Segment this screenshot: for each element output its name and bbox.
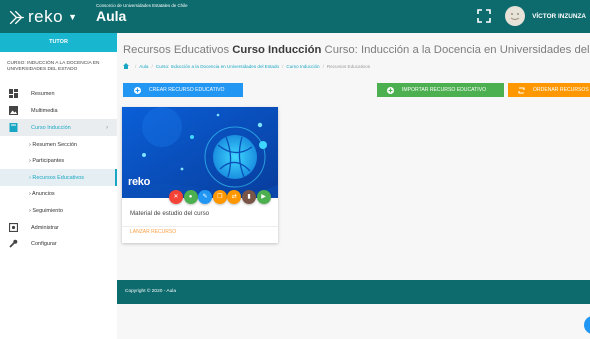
dashboard-icon xyxy=(9,89,18,98)
sidebar-subitem-seguimiento[interactable]: › Seguimiento xyxy=(0,202,117,219)
avatar[interactable] xyxy=(505,6,526,26)
eye-icon[interactable]: ● xyxy=(183,190,198,204)
cog-icon xyxy=(9,223,18,232)
sidebar-item-label: Administrar xyxy=(31,224,59,231)
play-icon[interactable]: ▶ xyxy=(256,190,271,204)
sidebar-subitem-recursos-educativos[interactable]: › Recursos Educativos xyxy=(0,169,117,186)
subitem-label: › Resumen Sección xyxy=(29,141,77,148)
subitem-label: › Participantes xyxy=(29,157,65,164)
sidebar-item-multimedia[interactable]: Multimedia xyxy=(0,102,117,119)
smiley-icon xyxy=(510,13,520,20)
sidebar-item-label: Resumen xyxy=(31,90,55,97)
sidebar-item-administrar[interactable]: Administrar xyxy=(0,219,117,236)
chevron-right-icon: › xyxy=(106,124,108,131)
breadcrumb: / Aula / Curso: Inducción a la Docencia … xyxy=(123,63,370,69)
file-icon[interactable]: ▮ xyxy=(241,190,256,204)
home-icon[interactable] xyxy=(123,63,129,69)
order-resources-label: ORDENAR RECURSOS xyxy=(533,87,589,93)
action-glyph: ▶ xyxy=(261,194,266,200)
create-resource-label: CREAR RECURSO EDUCATIVO xyxy=(149,87,225,93)
caret-down-icon[interactable]: ▼ xyxy=(68,12,77,22)
pencil-icon[interactable]: ✎ xyxy=(198,190,213,204)
user-name[interactable]: VÍCTOR INZUNZA xyxy=(532,13,586,20)
sidebar-subitem-anuncios[interactable]: › Anuncios xyxy=(0,185,117,202)
action-glyph: ✎ xyxy=(202,194,208,200)
resource-card[interactable]: reko ✕ ● ✎ ❐ ⇄ ▮ ▶ Material de estudio d… xyxy=(122,107,278,243)
top-navigation-bar: reko ▼ Consorcio de Universidades Estata… xyxy=(0,0,590,33)
swap-icon[interactable]: ⇄ xyxy=(227,190,242,204)
course-name: CURSO: INDUCCIÓN A LA DOCENCIA EN UNIVER… xyxy=(7,61,100,72)
footer: Copyright © 2020 - Aula xyxy=(117,280,590,304)
title-bold: Curso Inducción xyxy=(232,44,322,56)
user-area: VÍCTOR INZUNZA xyxy=(477,6,586,26)
copyright-text: Copyright © 2020 - Aula xyxy=(125,289,176,294)
create-resource-button[interactable]: CREAR RECURSO EDUCATIVO xyxy=(123,83,243,97)
reko-logo[interactable]: reko ▼ xyxy=(8,5,81,29)
title-prefix: Recursos Educativos xyxy=(123,44,230,56)
close-icon[interactable]: ✕ xyxy=(169,190,183,204)
launch-resource-link[interactable]: LANZAR RECURSO xyxy=(130,229,176,235)
wrench-icon xyxy=(9,239,18,248)
swap-icon xyxy=(518,86,525,94)
subitem-label: › Seguimiento xyxy=(29,207,63,214)
order-resources-button[interactable]: ORDENAR RECURSOS xyxy=(508,83,590,97)
breadcrumb-section[interactable]: Curso Inducción xyxy=(286,64,319,69)
subitem-label: › Recursos Educativos xyxy=(29,174,85,181)
breadcrumb-current: Recursos Educativos xyxy=(326,63,371,69)
aula-brand: Consorcio de Universidades Estatales de … xyxy=(96,3,188,23)
page-title: Recursos Educativos Curso Inducción Curs… xyxy=(123,44,590,56)
card-divider xyxy=(122,226,278,227)
sidebar-subitem-participantes[interactable]: › Participantes xyxy=(0,152,117,169)
import-resource-label: IMPORTAR RECURSO EDUCATIVO xyxy=(402,87,487,93)
reko-logo-icon xyxy=(9,10,24,24)
sidebar-item-label: Curso Inducción xyxy=(31,124,71,131)
action-glyph: ▮ xyxy=(247,194,251,200)
plus-circle-icon xyxy=(387,86,394,94)
breadcrumb-separator: / xyxy=(322,63,324,69)
app-name: Aula xyxy=(96,8,127,24)
action-glyph: ✕ xyxy=(173,194,179,200)
fullscreen-icon[interactable] xyxy=(477,9,491,23)
sidebar-item-label: Multimedia xyxy=(31,107,58,114)
sidebar-item-resumen[interactable]: Resumen xyxy=(0,85,117,102)
sidebar-subitem-resumen-seccion[interactable]: › Resumen Sección xyxy=(0,136,117,153)
sidebar-item-curso-induccion[interactable]: Curso Inducción › xyxy=(0,119,117,136)
sidebar-item-label: Configurar xyxy=(31,240,57,247)
sidebar: TUTOR CURSO: INDUCCIÓN A LA DOCENCIA EN … xyxy=(0,33,117,339)
copy-icon[interactable]: ❐ xyxy=(212,190,227,204)
breadcrumb-separator: / xyxy=(151,63,153,69)
breadcrumb-aula[interactable]: Aula xyxy=(139,64,148,69)
logo-text: reko xyxy=(28,7,64,26)
import-resource-button[interactable]: IMPORTAR RECURSO EDUCATIVO xyxy=(377,83,504,97)
card-logo: reko xyxy=(128,176,151,188)
image-icon xyxy=(9,106,18,115)
book-icon xyxy=(9,123,18,132)
action-glyph: ⇄ xyxy=(231,194,237,200)
role-header: TUTOR xyxy=(0,33,117,52)
action-glyph: ● xyxy=(188,194,193,200)
title-suffix: Curso: Inducción a la Docencia en Univer… xyxy=(324,44,590,56)
subitem-label: › Anuncios xyxy=(29,190,55,197)
plus-circle-icon xyxy=(134,86,141,94)
card-actions: ✕ ● ✎ ❐ ⇄ ▮ ▶ xyxy=(169,190,271,205)
action-glyph: ❐ xyxy=(217,194,223,200)
sidebar-item-configurar[interactable]: Configurar xyxy=(0,235,117,252)
breadcrumb-separator: / xyxy=(135,63,137,69)
floating-action-button[interactable] xyxy=(584,316,590,334)
card-title: Material de estudio del curso xyxy=(130,210,210,217)
breadcrumb-separator: / xyxy=(282,63,284,69)
breadcrumb-course[interactable]: Curso: Inducción a la Docencia en Univer… xyxy=(156,64,279,69)
